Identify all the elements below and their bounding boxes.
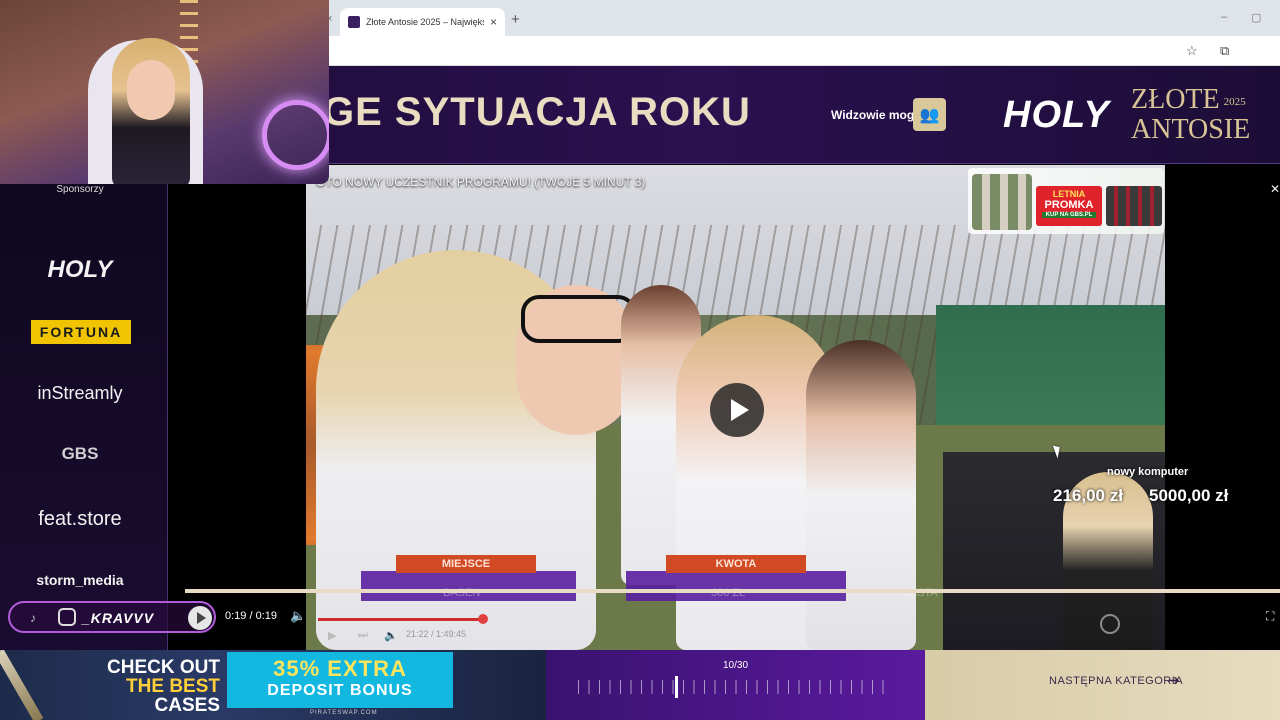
player-time: 0:19 / 0:19 (225, 610, 277, 622)
volume-icon[interactable]: 🔈 (290, 608, 306, 624)
stream-screen: × Złote Antosie 2025 – Największ × + – ▢… (0, 0, 1280, 720)
category-title: GE SYTUACJA ROKU (323, 90, 751, 134)
event-logo: ZŁOTE 2025 ANTOSIE (1131, 86, 1250, 144)
knife-icon (0, 650, 44, 720)
event-year: 2025 (1223, 95, 1246, 108)
player-progress-bar[interactable] (185, 589, 1280, 593)
sponsors-column: Sponsorzy HOLY FORTUNA inStreamly GBS fe… (0, 184, 168, 650)
next-category-label: NASTĘPNA KATEGORIA (1049, 675, 1184, 687)
arrow-right-icon: ➔ (1168, 672, 1180, 688)
player-play-button[interactable] (188, 606, 212, 630)
ad-line3: CASES (154, 695, 220, 716)
sponsor-gbs-logo: GBS (61, 444, 99, 463)
streamer-handle: _KRAVVV (82, 610, 155, 626)
tiktok-icon: ♪ (30, 611, 36, 625)
social-handle-pill: ♪ _KRAVVV (8, 601, 216, 633)
tab-favicon-icon (348, 16, 360, 28)
sponsor-featstore-logo: feat.store (38, 508, 122, 530)
holy-logo: HOLY (1003, 94, 1110, 136)
embedded-volume-icon: 🔈 (384, 630, 398, 642)
product-cans-image (972, 174, 1032, 230)
category-current-marker (675, 676, 678, 698)
viewers-group-button[interactable]: 👥 (913, 98, 946, 131)
play-button[interactable] (710, 383, 764, 437)
embedded-scrubber (478, 614, 488, 624)
product-boxes-image (1106, 186, 1162, 226)
embedded-progress (318, 618, 483, 621)
donation-goal-target: 5000,00 zł (1149, 486, 1229, 505)
close-icon[interactable]: ✕ (1270, 182, 1280, 196)
category-counter: 10/30 (722, 660, 749, 671)
donation-goal-current: 216,00 zł (1053, 486, 1123, 505)
viewers-label: Widzowie mogą (831, 108, 921, 122)
fullscreen-icon[interactable]: ⛶ (1266, 609, 1274, 624)
promo-line1: LETNIA (1052, 189, 1086, 199)
instagram-icon (58, 608, 76, 626)
bookmark-star-icon[interactable]: ☆ (1186, 43, 1198, 59)
people-group-icon: 👥 (919, 106, 940, 124)
ring-light-icon (1100, 614, 1120, 634)
ad-line1: CHECK OUT (107, 657, 220, 678)
sponsors-label: Sponsorzy (56, 184, 104, 195)
sponsor-instreamly-logo: inStreamly (37, 383, 123, 403)
event-name-line1: ZŁOTE (1131, 84, 1220, 115)
streamer-face (127, 60, 175, 120)
promo-banner: LETNIA PROMKA KUP NA GBS.PL (968, 168, 1164, 234)
sponsor-holy-logo: HOLY (47, 256, 113, 283)
promo-line3: KUP NA GBS.PL (1042, 212, 1096, 218)
video-caption: OTO NOWY UCZESTNIK PROGRAMU! (TWOJE 5 MI… (316, 175, 646, 189)
category-ticks (578, 680, 893, 694)
tab-title: Złote Antosie 2025 – Największ (366, 17, 484, 27)
ad-headline: CHECK OUT THE BEST CASES (100, 658, 220, 715)
maximize-button[interactable]: ▢ (1251, 11, 1261, 24)
pirateswap-ad[interactable]: CHECK OUT THE BEST CASES 35% EXTRA DEPOS… (0, 650, 546, 720)
sponsor-fortuna-logo: FORTUNA (31, 320, 131, 344)
neon-ring (262, 100, 329, 170)
ad-bonus-line2: DEPOSIT BONUS (267, 682, 413, 699)
event-name-line2: ANTOSIE (1131, 113, 1251, 145)
embedded-next-icon: ⏭ (358, 629, 368, 641)
new-tab-button[interactable]: + (511, 11, 520, 28)
embedded-play-icon: ▶ (328, 630, 337, 642)
ad-bonus: 35% EXTRA DEPOSIT BONUS (227, 652, 453, 708)
ad-site: PIRATESWAP.COM (310, 710, 378, 716)
glasses (521, 295, 636, 343)
sponsor-stormmedia-logo: storm_media (36, 572, 124, 588)
minimize-button[interactable]: – (1221, 11, 1227, 23)
promo-line2: PROMKA (1044, 199, 1094, 211)
hud-tag-place: MIEJSCE (396, 555, 536, 573)
category-navigator: 10/30 (546, 650, 925, 720)
bottom-bar: CHECK OUT THE BEST CASES 35% EXTRA DEPOS… (0, 650, 1280, 720)
next-category-button[interactable]: NASTĘPNA KATEGORIA ➔ (925, 650, 1280, 720)
promo-badge: LETNIA PROMKA KUP NA GBS.PL (1036, 186, 1102, 226)
ad-bonus-line1: 35% EXTRA (273, 656, 407, 681)
hud-tag-amount: KWOTA (666, 555, 806, 573)
embedded-time: 21:22 / 1:49:45 (406, 629, 467, 639)
streamer-webcam (0, 0, 329, 184)
ad-line2: THE BEST (126, 676, 220, 697)
streamer-pip-cam (943, 452, 1165, 650)
donation-goal-label: nowy komputer (1107, 466, 1189, 478)
tab-close-icon[interactable]: × (490, 15, 497, 29)
browser-tab-active[interactable]: Złote Antosie 2025 – Największ × (340, 8, 505, 36)
extensions-icon[interactable]: ⧉ (1220, 43, 1229, 59)
